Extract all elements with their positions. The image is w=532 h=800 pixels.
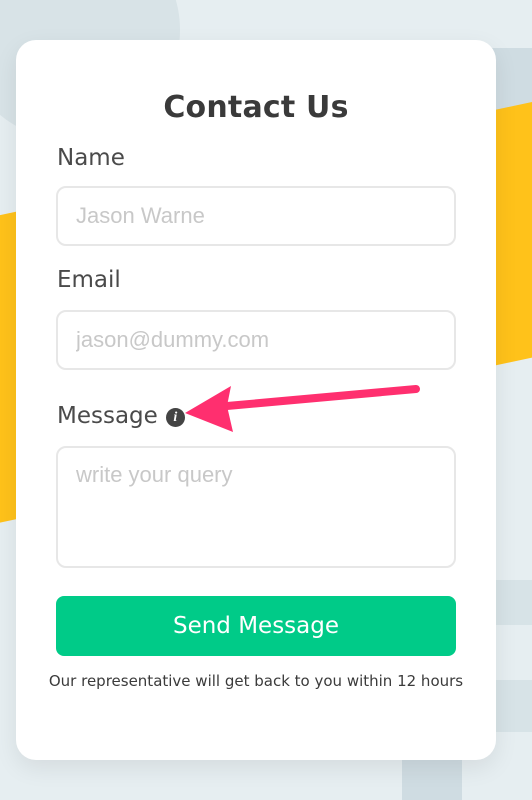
annotation-arrow [185,385,420,432]
response-time-note: Our representative will get back to you … [48,672,464,690]
email-label: Email [57,267,121,293]
send-message-button[interactable]: Send Message [56,596,456,656]
message-label: Message [57,403,158,429]
message-textarea[interactable] [56,446,456,568]
arrow-head-icon [185,386,233,432]
name-label: Name [57,145,125,171]
name-input[interactable] [56,186,456,246]
arrow-shaft [223,385,420,410]
message-label-row: Message i [57,403,185,429]
form-title: Contact Us [163,90,349,125]
email-input[interactable] [56,310,456,370]
